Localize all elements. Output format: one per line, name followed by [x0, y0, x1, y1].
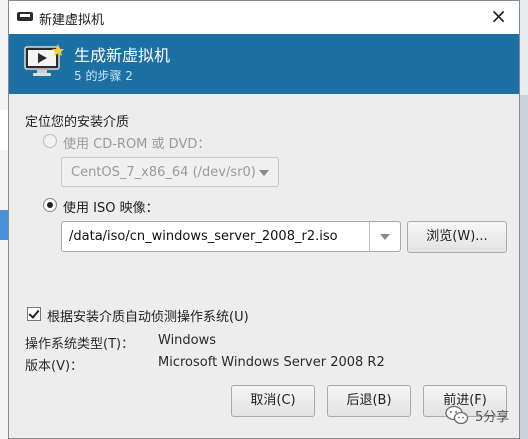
- close-button[interactable]: ×: [490, 5, 507, 27]
- new-vm-dialog: 新建虚拟机 × 生成新虚拟机 5 的步骤 2 定位您的安装介质 使用 CD-RO…: [8, 0, 520, 439]
- wizard-header: 生成新虚拟机 5 的步骤 2: [9, 34, 519, 94]
- iso-radio-label: 使用 ISO 映像：: [63, 201, 159, 216]
- auto-detect-os-checkbox[interactable]: [27, 307, 41, 321]
- os-type-value: Windows: [158, 333, 217, 348]
- os-type-label: 操作系统类型(T)：: [25, 337, 135, 352]
- wizard-title: 生成新虚拟机: [74, 46, 171, 65]
- cdrom-device-value: CentOS_7_x86_64 (/dev/sr0): [71, 165, 256, 180]
- version-label: 版本(V)：: [25, 359, 84, 374]
- back-button[interactable]: 后退(B): [327, 385, 411, 417]
- virt-manager-icon: [17, 12, 33, 21]
- iso-path-dropdown-button[interactable]: [369, 222, 400, 251]
- cdrom-radio[interactable]: [43, 134, 57, 148]
- wizard-step: 5 的步骤 2: [74, 69, 133, 83]
- wechat-icon: [445, 405, 469, 425]
- window-title: 新建虚拟机: [39, 13, 105, 28]
- cancel-button[interactable]: 取消(C): [231, 385, 315, 417]
- install-media-section-label: 定位您的安装介质: [25, 115, 130, 130]
- title-bar: 新建虚拟机 ×: [9, 1, 519, 35]
- chevron-down-icon: [380, 234, 390, 240]
- chevron-down-icon: [259, 170, 269, 176]
- cdrom-radio-label: 使用 CD-ROM 或 DVD：: [63, 137, 211, 152]
- watermark: 5分享: [445, 400, 515, 430]
- monitor-play-icon: [24, 44, 64, 76]
- auto-detect-os-label: 根据安装介质自动侦测操作系统(U): [47, 310, 249, 325]
- iso-radio[interactable]: [43, 198, 57, 212]
- iso-path-combobox[interactable]: /data/iso/cn_windows_server_2008_r2.iso: [61, 221, 401, 252]
- watermark-text: 5分享: [475, 410, 510, 425]
- version-value: Microsoft Windows Server 2008 R2: [158, 355, 385, 370]
- iso-path-input[interactable]: /data/iso/cn_windows_server_2008_r2.iso: [69, 229, 338, 244]
- cdrom-device-select[interactable]: CentOS_7_x86_64 (/dev/sr0): [61, 157, 279, 187]
- browse-button[interactable]: 浏览(W)...: [407, 221, 507, 253]
